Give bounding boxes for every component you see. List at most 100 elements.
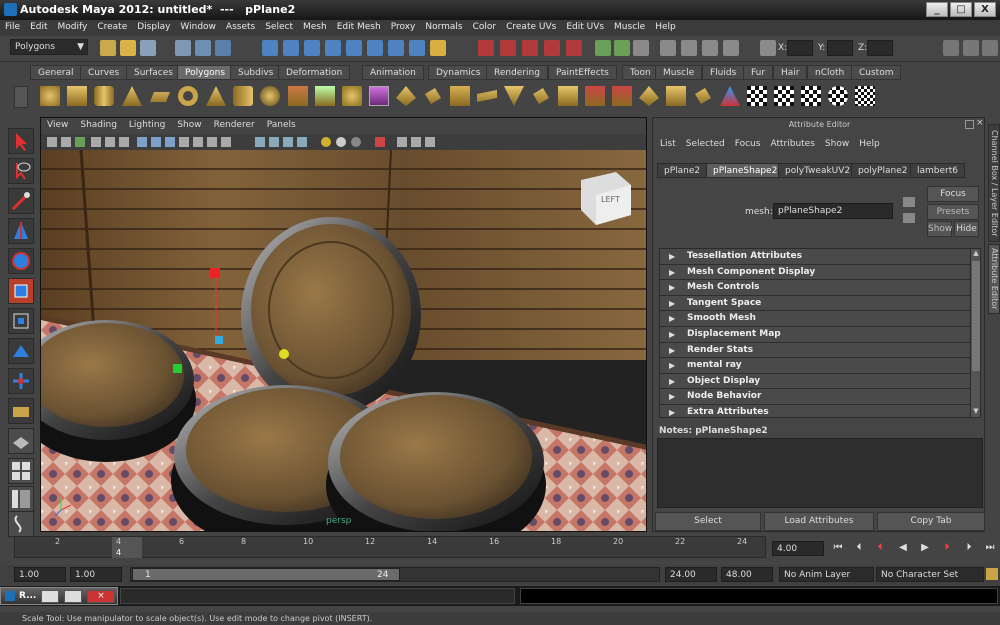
range-slider-handle[interactable]: 1 24 <box>132 568 400 581</box>
poly-plane-icon[interactable] <box>150 92 170 102</box>
triangulate-icon[interactable] <box>666 86 686 106</box>
spherical-map-icon[interactable] <box>774 86 794 106</box>
wireframe-on-shaded-icon[interactable] <box>165 137 175 147</box>
shelf-tab-curves[interactable]: Curves <box>80 65 128 80</box>
output-line-icon[interactable] <box>614 40 630 56</box>
section-mesh-controls[interactable]: ▶ Mesh Controls <box>660 280 980 296</box>
z-field[interactable] <box>867 40 893 56</box>
y-field[interactable] <box>827 40 853 56</box>
anim-layer-dropdown[interactable]: No Anim Layer <box>779 567 874 582</box>
node-tab-polyplane2[interactable]: polyPlane2 <box>851 163 915 178</box>
animation-start-field[interactable]: 1.00 <box>14 567 66 582</box>
shadows-icon[interactable] <box>207 137 217 147</box>
hypershade-icon[interactable] <box>566 40 582 56</box>
planar-map-icon[interactable] <box>720 86 740 106</box>
open-scene-icon[interactable] <box>120 40 136 56</box>
tool-settings-icon[interactable] <box>723 40 739 56</box>
current-time-field[interactable]: 4.00 <box>772 541 824 556</box>
taskbar-maximize-icon[interactable] <box>64 590 82 603</box>
shelf-tab-surfaces[interactable]: Surfaces <box>126 65 181 80</box>
section-tangent-space[interactable]: ▶ Tangent Space <box>660 295 980 312</box>
snapshot-icon[interactable] <box>375 137 385 147</box>
snap-view-plane-icon[interactable] <box>325 40 341 56</box>
rotate-tool-icon[interactable] <box>8 248 34 274</box>
menu-display[interactable]: Display <box>132 20 175 34</box>
animation-end-field[interactable]: 48.00 <box>721 567 773 582</box>
section-render-stats[interactable]: ▶ Render Stats <box>660 342 980 359</box>
antialias-icon[interactable] <box>321 137 331 147</box>
camera-icon[interactable] <box>681 40 697 56</box>
film-gate-icon[interactable] <box>105 137 115 147</box>
backface-icon[interactable] <box>283 137 293 147</box>
minimize-button[interactable]: _ <box>926 2 948 17</box>
shelf-tab-muscle[interactable]: Muscle <box>655 65 703 80</box>
menu-window[interactable]: Window <box>175 20 221 34</box>
step-back-key-icon[interactable]: ⏴ <box>872 542 888 556</box>
viewcube[interactable]: LEFT <box>581 172 631 225</box>
coin-bottom-right[interactable] <box>326 392 546 532</box>
offset-edge-icon[interactable] <box>533 88 549 104</box>
render-current-icon[interactable] <box>478 40 494 56</box>
copy-tab-button[interactable]: Copy Tab <box>877 512 985 531</box>
go-to-end-icon[interactable]: ⏭ <box>982 542 998 556</box>
snap-grid-icon[interactable] <box>262 40 278 56</box>
layout-toggle-icon[interactable] <box>397 137 407 147</box>
menu-muscle[interactable]: Muscle <box>609 20 650 34</box>
channel-box-icon[interactable] <box>963 40 979 56</box>
step-forward-key-icon[interactable]: ⏵ <box>939 542 955 556</box>
section-mental-ray[interactable]: ▶ mental ray <box>660 358 980 374</box>
3d-scene[interactable]: LEFT persp <box>41 149 646 532</box>
menu-assets[interactable]: Assets <box>221 20 260 34</box>
textured-icon[interactable] <box>179 137 189 147</box>
menu-normals[interactable]: Normals <box>420 20 467 34</box>
soft-modification-icon[interactable] <box>8 338 34 364</box>
node-tab-lambert6[interactable]: lambert6 <box>910 163 965 178</box>
isolate-select-icon[interactable] <box>255 137 265 147</box>
attribute-icon[interactable] <box>702 40 718 56</box>
section-tessellation-attributes[interactable]: ▶ Tessellation Attributes <box>660 249 980 265</box>
poly-cylinder-icon[interactable] <box>94 86 114 106</box>
ae-menu-selected[interactable]: Selected <box>681 139 730 149</box>
ambient-occlusion-icon[interactable] <box>297 137 307 147</box>
lasso-tool-icon[interactable] <box>8 158 34 184</box>
ipr-render-icon[interactable] <box>500 40 516 56</box>
merge-icon[interactable] <box>585 86 605 106</box>
shelf-menu-icon[interactable] <box>14 86 28 108</box>
outliner-layout-icon[interactable] <box>8 486 34 512</box>
construction-icon[interactable] <box>388 40 404 56</box>
sections-scrollbar[interactable]: ▲ ▼ <box>970 249 980 417</box>
depth-of-field-icon[interactable] <box>336 137 346 147</box>
poly-soccer-ball-icon[interactable] <box>260 86 280 106</box>
xray-joints-icon[interactable] <box>269 137 279 147</box>
select-component-icon[interactable] <box>215 40 231 56</box>
viewport-menu-renderer[interactable]: Renderer <box>208 118 261 132</box>
smooth-shade-icon[interactable] <box>151 137 161 147</box>
viewport-menu-view[interactable]: View <box>41 118 74 132</box>
load-attributes-button[interactable]: Load Attributes <box>764 512 874 531</box>
lock-icon[interactable] <box>430 40 446 56</box>
shelf-tab-fur[interactable]: Fur <box>743 65 774 80</box>
side-tab-channel-box[interactable]: Channel Box / Layer Editor <box>988 124 1000 242</box>
coin-left[interactable] <box>41 320 196 462</box>
poly-sphere-icon[interactable] <box>40 86 60 106</box>
menu-edit[interactable]: Edit <box>25 20 52 34</box>
combine-icon[interactable] <box>288 86 308 106</box>
shelf-tab-subdivs[interactable]: Subdivs <box>230 65 282 80</box>
taskbar-restore-icon[interactable] <box>41 590 59 603</box>
output-connection-icon[interactable] <box>903 213 915 223</box>
smooth-icon[interactable] <box>342 86 362 106</box>
shelf-tab-animation[interactable]: Animation <box>362 65 424 80</box>
bookmark-icon[interactable] <box>61 137 71 147</box>
ae-menu-attributes[interactable]: Attributes <box>765 139 819 149</box>
menu-proxy[interactable]: Proxy <box>386 20 421 34</box>
split-poly-icon[interactable] <box>477 90 497 102</box>
cylindrical-map-icon[interactable] <box>747 86 767 106</box>
step-forward-frame-icon[interactable]: ⏵ <box>961 542 977 556</box>
menu-edit-mesh[interactable]: Edit Mesh <box>332 20 386 34</box>
new-scene-icon[interactable] <box>100 40 116 56</box>
scroll-thumb[interactable] <box>972 261 980 371</box>
mesh-name-field[interactable]: pPlaneShape2 <box>773 203 893 219</box>
viewport-menu-shading[interactable]: Shading <box>74 118 123 132</box>
quadrangulate-icon[interactable] <box>695 88 711 104</box>
close-panel-icon[interactable]: × <box>976 118 984 128</box>
